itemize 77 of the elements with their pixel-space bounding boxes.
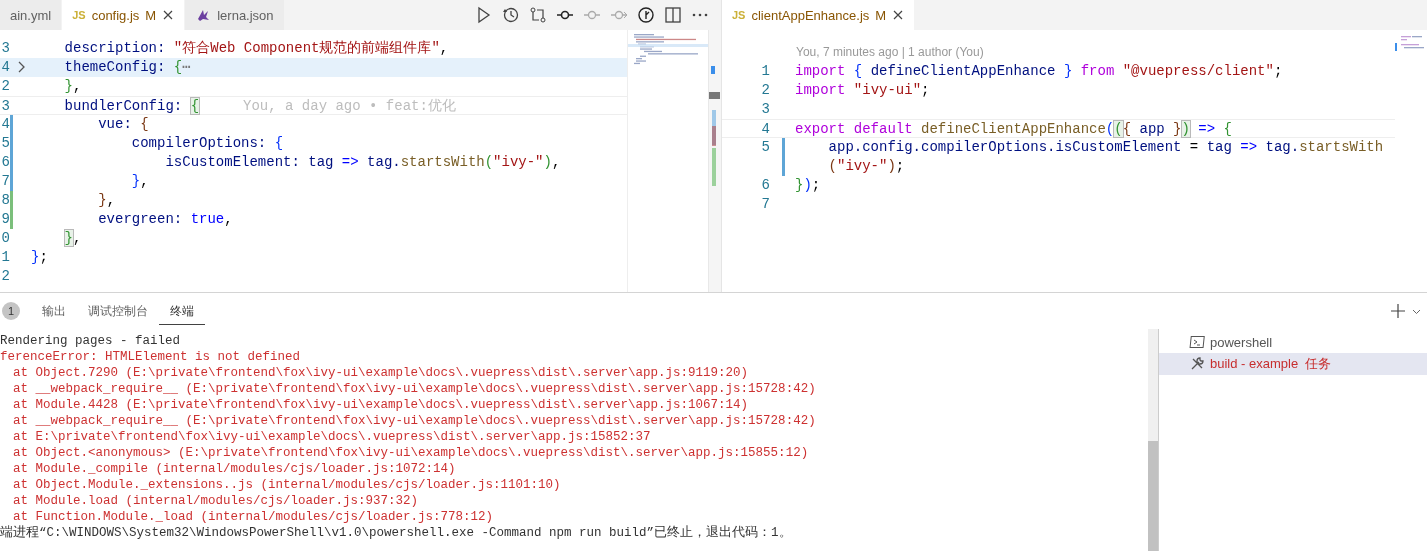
code-line: import { defineClientAppEnhance } from "@vuepress/client"; [795,62,1283,81]
line-number: 4 [0,115,10,134]
code-line: description: "符合Web Component规范的前端组件库", [63,39,449,58]
panel-tab[interactable]: 调试控制台 [77,297,159,325]
line-number: 2 [760,81,770,100]
terminal-list-item[interactable]: powershell [1159,331,1427,353]
code-line: isCustomElement: tag => tag.startsWith("ivy-"), [164,153,561,172]
terminal-line: at Function.Module._load (internal/modules/cjs/loader.js:778:12) [12,509,495,525]
js-file-icon: JS [72,9,86,21]
chevron-icon[interactable] [17,61,26,73]
terminal-line: at Object.Module._extensions..js (internal/modules/cjs/loader.js:1101:10) [12,477,562,493]
blame-annotation: You, a day ago • feat:优化 [243,97,456,116]
line-number: 2 [0,77,10,96]
code-line: import "ivy-ui"; [795,81,930,100]
line-number: 9 [0,210,10,229]
line-number: 7 [0,172,10,191]
code-line: }, [97,191,116,210]
terminal-line: at __webpack_require__ (E:\private\frontend\fox\ivy-ui\example\docs\.vuepress\dist\.server\app.js:15728:42) [12,381,817,397]
tools-icon [1189,356,1205,372]
code-line: }, [130,172,149,191]
line-number: 7 [760,195,770,214]
terminal-line: at Module.4428 (E:\private\frontend\fox\ivy-ui\example\docs\.vuepress\dist\.server\app.js:1067:14) [12,397,750,413]
code-line: }, [63,229,82,248]
terminal-line: at Module.load (internal/modules/cjs/loader.js:937:32) [12,493,420,509]
code-line: }, [63,77,82,96]
js-file-icon: JS [732,9,746,21]
line-number: 0 [0,229,10,248]
scrollbar-thumb[interactable] [1148,441,1158,551]
terminal-line: ferenceError: HTMLElement is not defined [0,349,302,365]
code-line: evergreen: true, [97,210,233,229]
close-icon[interactable] [892,9,905,21]
terminal-line: at Object.7290 (E:\private\frontend\fox\ivy-ui\example\docs\.vuepress\dist\.server\app.js:9119:20) [12,365,750,381]
terminal-line: at Module._compile (internal/modules/cjs/loader.js:1072:14) [12,461,457,477]
line-number: 3 [760,100,770,119]
problem-count-badge: 1 [2,301,20,320]
line-number: 4 [0,58,10,77]
line-number: 6 [760,176,770,195]
history-icon[interactable] [502,6,520,24]
line-number: 3 [0,97,10,116]
line-number: 3 [0,39,10,58]
line-number: 1 [760,62,770,81]
line-number: 2 [0,267,10,286]
terminal-line: at Object.<anonymous> (E:\private\frontend\fox\ivy-ui\example\docs\.vuepress\dist\.server\app.js:15855:12) [12,445,810,461]
panel-tab[interactable]: 1 [0,297,31,325]
terminal-line: at __webpack_require__ (E:\private\frontend\fox\ivy-ui\example\docs\.vuepress\dist\.server\app.js:15728:42) [12,413,817,429]
code-line: compilerOptions: { [130,134,284,153]
compare-changes-icon[interactable] [529,6,547,24]
terminal-list-item[interactable]: build - example 任务 [1159,353,1427,375]
code-line: }); [795,176,821,195]
panel-tab[interactable]: 输出 [31,297,77,325]
line-number: 6 [0,153,10,172]
code-line: themeConfig: {⋯ [63,58,191,77]
panel-tab[interactable]: 终端 [159,297,205,325]
branch-icon[interactable] [637,6,655,24]
editor-tab[interactable]: JS clientAppEnhance.js M [722,0,916,30]
line-number: 5 [760,138,770,157]
terminal-icon [1189,334,1205,350]
line-number: 4 [760,120,770,139]
line-number: 1 [0,248,10,267]
editor-tab[interactable]: ain.yml [0,0,63,30]
line-number: 5 [0,134,10,153]
close-icon[interactable] [162,9,175,21]
editor-tab[interactable]: lerna.json [185,0,285,30]
code-line: }; [31,248,48,267]
terminal-line: Rendering pages - failed [0,333,182,349]
editor-tab[interactable]: JS config.js M [62,0,186,30]
plus-icon[interactable] [1390,303,1406,319]
chevron-down-icon[interactable] [1412,307,1421,315]
terminal-line: 端进程“C:\WINDOWS\System32\WindowsPowerShell\v1.0\powershell.exe -Command npm run build”已终止，退出代码：1。 [0,525,793,541]
split-editor-icon[interactable] [664,6,682,24]
code-line: bundlerConfig: { [63,97,200,116]
code-line: app.config.compilerOptions.isCustomElement = tag => tag.startsWith ("ivy-"); [827,138,1384,176]
code-line: vue: { [97,115,149,134]
terminal-line: at E:\private\frontend\fox\ivy-ui\example\docs\.vuepress\dist\.server\app.js:15852:37 [12,429,652,445]
code-line: export default defineClientAppEnhance(({ app }) => { [795,120,1232,139]
minimap-drawing [1395,36,1424,51]
line-number: 8 [0,191,10,210]
